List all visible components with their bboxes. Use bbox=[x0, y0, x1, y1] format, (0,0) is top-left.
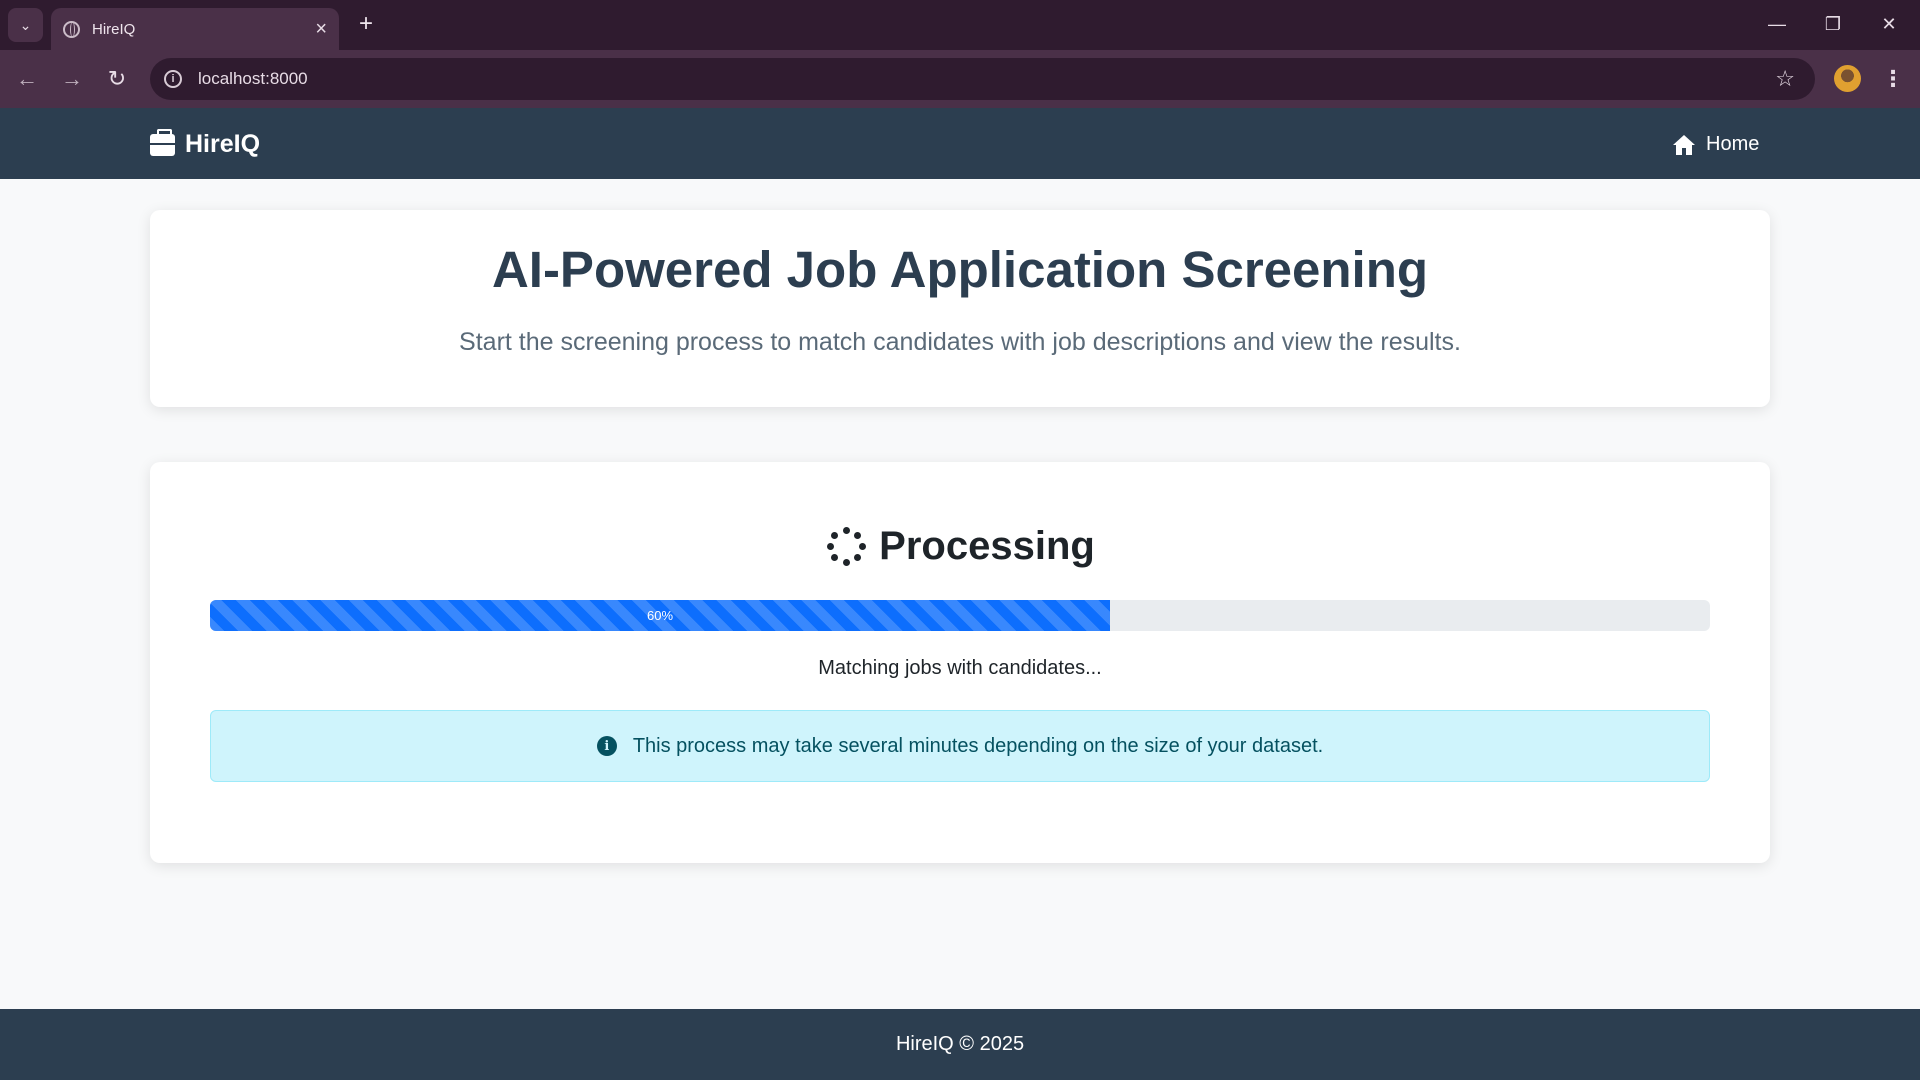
browser-menu-icon[interactable]: ⋮ bbox=[1882, 62, 1904, 96]
browser-toolbar: ← → ↻ i localhost:8000 ☆ ⋮ bbox=[0, 50, 1920, 108]
info-alert-text: This process may take several minutes de… bbox=[632, 734, 1324, 757]
new-tab-plus-icon[interactable]: + bbox=[352, 10, 380, 38]
home-label: Home bbox=[1706, 133, 1760, 155]
processing-card: Processing 60% Matching jobs with candid… bbox=[150, 462, 1770, 863]
footer-text: HireIQ © 2025 bbox=[895, 1033, 1025, 1055]
page-title: AI-Powered Job Application Screening bbox=[491, 241, 1429, 298]
spinner-dot bbox=[853, 554, 861, 562]
tab-title: HireIQ bbox=[92, 20, 136, 38]
spinner-dot bbox=[831, 531, 839, 539]
site-info-icon[interactable]: i bbox=[164, 70, 182, 88]
app-navbar: HireIQ Home bbox=[0, 108, 1920, 179]
forward-arrow-icon[interactable]: → bbox=[55, 62, 89, 96]
tab-close-icon[interactable]: × bbox=[315, 19, 327, 39]
progress-bar: 60% bbox=[210, 600, 1710, 631]
processing-heading: Processing bbox=[150, 524, 1770, 569]
spinner-dot bbox=[842, 559, 850, 566]
restore-icon[interactable]: ❐ bbox=[1810, 6, 1856, 42]
briefcase-icon bbox=[150, 128, 175, 156]
brand-name: HireIQ bbox=[185, 130, 261, 158]
minimize-icon[interactable]: — bbox=[1754, 6, 1800, 42]
window-close-icon[interactable]: ✕ bbox=[1866, 6, 1912, 42]
page-subtitle: Start the screening process to match can… bbox=[459, 328, 1461, 356]
bookmark-star-icon[interactable]: ☆ bbox=[1775, 66, 1795, 92]
spinner-dot bbox=[831, 554, 839, 562]
globe-icon bbox=[63, 20, 80, 38]
hero-card: AI-Powered Job Application Screening Sta… bbox=[150, 210, 1770, 407]
reload-icon[interactable]: ↻ bbox=[100, 62, 134, 96]
browser-tab[interactable]: HireIQ × bbox=[51, 8, 339, 50]
progress-label: 60% bbox=[646, 608, 674, 623]
spinner-icon bbox=[825, 526, 867, 568]
address-bar[interactable]: i localhost:8000 ☆ bbox=[150, 58, 1815, 100]
browser-tabstrip: ⌄ HireIQ × + — ❐ ✕ bbox=[0, 0, 1920, 50]
spinner-dot bbox=[842, 527, 850, 534]
status-text: Matching jobs with candidates... bbox=[818, 657, 1102, 679]
profile-avatar[interactable] bbox=[1834, 65, 1861, 92]
info-alert: i This process may take several minutes … bbox=[210, 710, 1710, 782]
footer: HireIQ © 2025 bbox=[0, 1009, 1920, 1080]
spinner-dot bbox=[853, 531, 861, 539]
info-circle-icon: i bbox=[596, 736, 617, 756]
url-text[interactable]: localhost:8000 bbox=[198, 69, 1775, 89]
home-link[interactable]: Home bbox=[1672, 133, 1759, 156]
spinner-dot bbox=[826, 543, 834, 550]
back-arrow-icon[interactable]: ← bbox=[10, 62, 44, 96]
progress-fill: 60% bbox=[210, 600, 1110, 631]
home-icon bbox=[1673, 134, 1695, 155]
spinner-dot bbox=[858, 543, 866, 550]
brand-link[interactable]: HireIQ bbox=[150, 128, 261, 159]
processing-title: Processing bbox=[879, 524, 1095, 568]
tab-search-chevron-icon[interactable]: ⌄ bbox=[8, 8, 43, 42]
